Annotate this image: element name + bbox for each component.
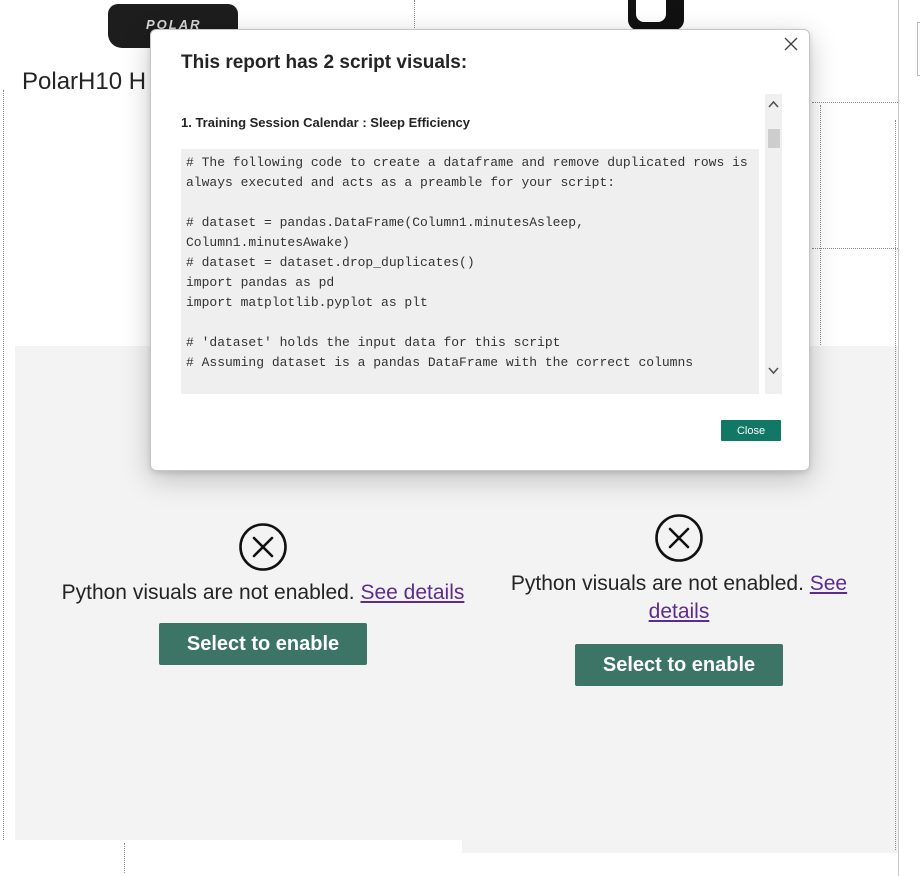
- select-to-enable-button[interactable]: Select to enable: [575, 644, 783, 686]
- script-list-scroll-region[interactable]: 1. Training Session Calendar : Sleep Eff…: [181, 94, 783, 394]
- script-code-block: # The following code to create a datafra…: [181, 149, 759, 394]
- python-placeholder-right: Python visuals are not enabled. See deta…: [503, 513, 855, 686]
- grid-line: [414, 0, 415, 28]
- circle-x-icon: [239, 523, 287, 571]
- code-line: # Assuming dataset is a pandas DataFrame…: [186, 355, 694, 370]
- grid-line: [812, 102, 898, 103]
- grid-line: [820, 105, 821, 345]
- chevron-up-icon[interactable]: [765, 96, 782, 113]
- chevron-down-icon[interactable]: [765, 362, 782, 379]
- code-line: import matplotlib.pyplot as plt: [186, 295, 428, 310]
- select-to-enable-button[interactable]: Select to enable: [159, 623, 367, 665]
- code-line: # dataset = pandas.DataFrame(Column1.min…: [186, 215, 584, 230]
- python-placeholder-left: Python visuals are not enabled. See deta…: [55, 522, 471, 665]
- card-title: PolarH10 H: [22, 68, 147, 95]
- not-enabled-message: Python visuals are not enabled. See deta…: [55, 579, 471, 607]
- grid-line: [812, 248, 898, 249]
- code-line: always executed and acts as a preamble f…: [186, 175, 616, 190]
- grid-line: [895, 120, 896, 850]
- not-enabled-message: Python visuals are not enabled. See deta…: [503, 570, 855, 626]
- grid-line: [3, 90, 4, 840]
- close-icon[interactable]: [781, 34, 801, 54]
- see-details-link[interactable]: See details: [360, 581, 464, 604]
- grid-line: [124, 843, 125, 873]
- pane-divider: [898, 0, 899, 876]
- not-enabled-text: Python visuals are not enabled.: [61, 581, 355, 604]
- code-line: # dataset = dataset.drop_duplicates(): [186, 255, 475, 270]
- close-button[interactable]: Close: [721, 420, 781, 441]
- not-enabled-text: Python visuals are not enabled.: [510, 572, 804, 595]
- dialog-title: This report has 2 script visuals:: [181, 52, 468, 73]
- code-line: import pandas as pd: [186, 275, 335, 290]
- scrollbar-thumb[interactable]: [768, 129, 780, 148]
- code-line: Column1.minutesAwake): [186, 235, 350, 250]
- script-visuals-dialog: This report has 2 script visuals: 1. Tra…: [150, 29, 810, 471]
- vertical-scrollbar[interactable]: [765, 94, 782, 394]
- fitness-band-image: [628, 0, 684, 30]
- circle-x-icon: [655, 514, 703, 562]
- code-line: # The following code to create a datafra…: [186, 155, 748, 170]
- code-line: # 'dataset' holds the input data for thi…: [186, 335, 561, 350]
- script-visual-heading: 1. Training Session Calendar : Sleep Eff…: [181, 115, 470, 130]
